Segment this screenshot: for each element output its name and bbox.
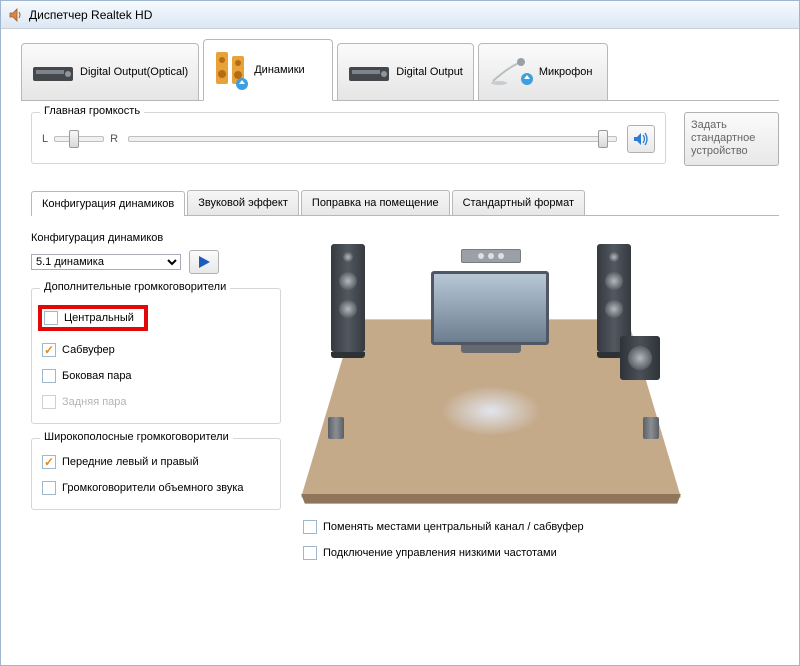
set-default-device-button[interactable]: Задать стандартное устройство [684,112,779,166]
right-channel-label: R [110,133,118,145]
highlight-center: Центральный [38,305,148,331]
checkbox-label: Задняя пара [62,396,127,408]
tv-graphic [431,271,551,351]
center-speaker-graphic[interactable] [461,249,521,263]
tab-label: Digital Output(Optical) [80,66,188,78]
balance-slider[interactable] [54,136,104,142]
checkbox-center[interactable] [44,311,58,325]
checkbox-label: Передние левый и правый [62,456,199,468]
checkbox-bass-management[interactable] [303,546,317,560]
content-area: Главная громкость L R Задать стандартное… [1,102,799,566]
mute-button[interactable] [627,125,655,153]
checkbox-subwoofer[interactable] [42,343,56,357]
check-row-front-lr[interactable]: Передние левый и правый [40,449,272,475]
fullrange-legend: Широкополосные громкоговорители [40,431,233,443]
tab-speakers[interactable]: Динамики [203,39,333,101]
config-right-column: Поменять местами центральный канал / саб… [301,228,779,566]
checkbox-label: Сабвуфер [62,344,115,356]
listener-spot [441,386,541,436]
check-row-swap[interactable]: Поменять местами центральный канал / саб… [301,514,779,540]
tab-label: Микрофон [539,66,593,78]
tab-label: Динамики [254,64,304,76]
room-floor-edge [301,494,681,504]
subtab-default-format[interactable]: Стандартный формат [452,190,585,215]
volume-row: Главная громкость L R Задать стандартное… [31,112,779,166]
microphone-icon [489,57,533,87]
subwoofer-graphic[interactable] [620,336,660,380]
balance-slider-group: L R [42,133,118,145]
fullrange-speakers-group: Широкополосные громкоговорители Передние… [31,438,281,510]
check-row-subwoofer[interactable]: Сабвуфер [40,337,272,363]
subtab-room-correction[interactable]: Поправка на помещение [301,190,450,215]
speaker-config-label: Конфигурация динамиков [31,232,281,244]
speaker-subtabs: Конфигурация динамиков Звуковой эффект П… [31,190,779,216]
checkbox-swap-center-sub[interactable] [303,520,317,534]
tab-digital-output[interactable]: Digital Output [337,43,474,101]
side-left-speaker-graphic[interactable] [328,417,344,439]
receiver-icon [348,59,390,85]
tab-label: Digital Output [396,66,463,78]
side-right-speaker-graphic[interactable] [643,417,659,439]
sound-on-icon [632,130,650,148]
check-row-side-pair[interactable]: Боковая пара [40,363,272,389]
bottom-options: Поменять местами центральный канал / саб… [301,514,779,566]
subtab-sound-effect[interactable]: Звуковой эффект [187,190,299,215]
speaker-room-illustration [301,228,681,498]
checkbox-label: Боковая пара [62,370,132,382]
optional-speakers-group: Дополнительные громкоговорители Централь… [31,288,281,424]
checkbox-rear-pair [42,395,56,409]
checkbox-label: Громкоговорители объемного звука [62,482,244,494]
receiver-icon [32,59,74,85]
check-row-bass-mgmt[interactable]: Подключение управления низкими частотами [301,540,779,566]
main-volume-group: Главная громкость L R [31,112,666,164]
tab-divider [21,100,779,101]
speaker-app-icon [7,7,23,23]
optional-legend: Дополнительные громкоговорители [40,281,230,293]
subtab-speaker-config[interactable]: Конфигурация динамиков [31,191,185,216]
checkbox-label: Подключение управления низкими частотами [323,547,557,559]
left-channel-label: L [42,133,48,145]
checkbox-surround[interactable] [42,481,56,495]
checkbox-label: Центральный [64,312,134,324]
checkbox-label: Поменять местами центральный канал / саб… [323,521,584,533]
volume-legend: Главная громкость [40,105,144,117]
check-row-center[interactable]: Центральный [40,299,272,337]
config-left-column: Конфигурация динамиков 5.1 динамика Допо… [31,228,281,566]
checkbox-side-pair[interactable] [42,369,56,383]
test-play-button[interactable] [189,250,219,274]
checkbox-front-lr[interactable] [42,455,56,469]
speakers-icon [214,50,248,90]
check-row-rear-pair: Задняя пара [40,389,272,415]
config-area: Конфигурация динамиков 5.1 динамика Допо… [31,216,779,566]
tab-digital-output-optical[interactable]: Digital Output(Optical) [21,43,199,101]
volume-slider[interactable] [128,136,617,142]
titlebar: Диспетчер Realtek HD [1,1,799,29]
window-title: Диспетчер Realtek HD [29,8,152,22]
app-window: Диспетчер Realtek HD Digital Output(Opti… [0,0,800,666]
front-left-speaker-graphic[interactable] [331,244,365,358]
driver-tabs: Digital Output(Optical) Динамики Digital… [1,29,799,101]
check-row-surround[interactable]: Громкоговорители объемного звука [40,475,272,501]
tab-microphone[interactable]: Микрофон [478,43,608,101]
play-icon [197,255,211,269]
speaker-config-select[interactable]: 5.1 динамика [31,254,181,270]
